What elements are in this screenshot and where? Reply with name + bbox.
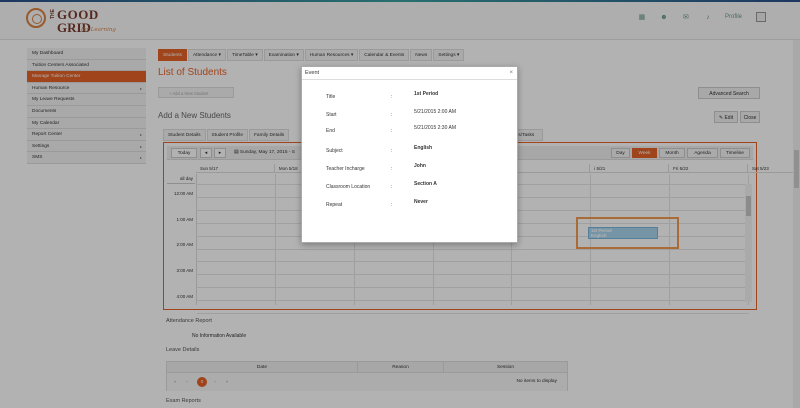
event-field-label: Title: [326, 94, 336, 100]
modal-header: Event ×: [302, 67, 517, 80]
event-field-label: End: [326, 128, 335, 134]
event-field-value: English: [414, 145, 433, 151]
event-field-colon: :: [391, 166, 393, 172]
close-icon[interactable]: ×: [509, 67, 513, 80]
event-field-colon: :: [391, 112, 393, 118]
event-field-colon: :: [391, 94, 393, 100]
event-field-value: Section A: [414, 181, 437, 187]
event-field-value: 5/21/2015 2:30 AM: [414, 125, 456, 131]
event-field-label: Repeat: [326, 202, 343, 208]
event-field-label: Classroom Location: [326, 184, 371, 190]
event-field-label: Start: [326, 112, 337, 118]
event-field-label: Subject: [326, 148, 343, 154]
event-field-colon: :: [391, 148, 393, 154]
event-field-value: John: [414, 163, 426, 169]
modal-title: Event: [305, 70, 320, 76]
event-field-colon: :: [391, 128, 393, 134]
event-field-value: 1st Period: [414, 91, 439, 97]
event-field-colon: :: [391, 184, 393, 190]
event-field-colon: :: [391, 202, 393, 208]
event-field-value: 5/21/2015 2:00 AM: [414, 109, 456, 115]
event-modal: Event × Title: 1st Period Start: 5/21/2015 …: [301, 66, 518, 243]
event-field-value: Never: [414, 199, 428, 205]
event-field-label: Teacher Incharge: [326, 166, 365, 172]
